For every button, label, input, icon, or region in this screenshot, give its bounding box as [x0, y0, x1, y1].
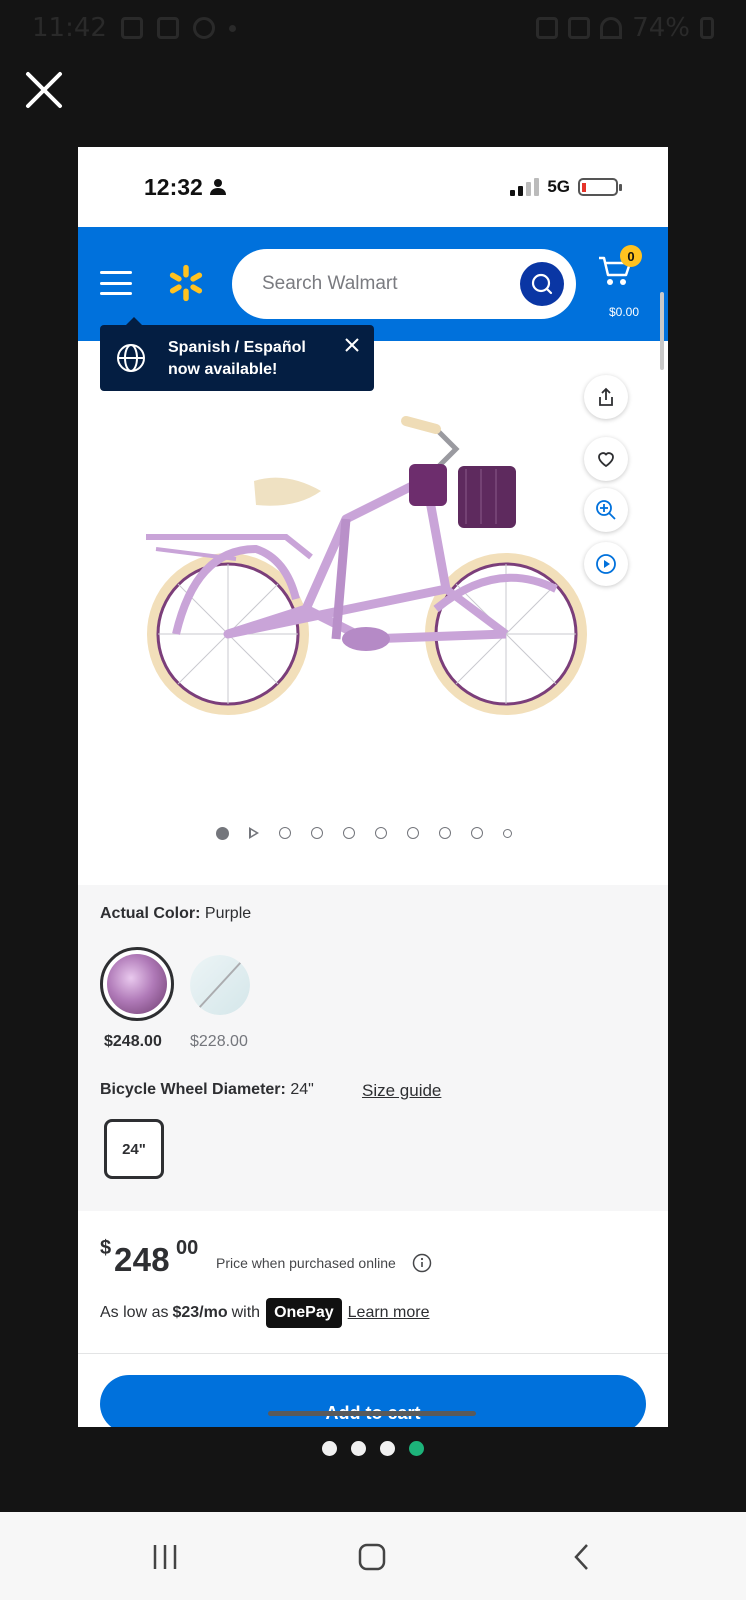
phone-status-bar: 12:32 5G [78, 147, 668, 227]
play-icon [596, 554, 616, 574]
carousel-dot[interactable] [279, 827, 291, 839]
home-indicator [268, 1411, 476, 1416]
selected-wheel-size: 24" [290, 1081, 314, 1098]
carousel-dot[interactable] [439, 827, 451, 839]
tooltip-close-icon[interactable] [344, 337, 360, 353]
notification-icon [156, 17, 179, 39]
carousel-dot[interactable] [311, 827, 323, 839]
heart-icon [598, 452, 614, 468]
pager-dot[interactable] [380, 1441, 395, 1456]
color-label-row: Actual Color: Purple [100, 905, 252, 922]
mute-icon [568, 17, 591, 39]
screenshot-card: 12:32 5G Search Walmart 0 $0.00 Spanish … [78, 147, 668, 1427]
cart-button[interactable]: 0 $0.00 [594, 245, 654, 325]
carousel-dot[interactable] [407, 827, 419, 839]
device-time: 11:42 [32, 13, 107, 43]
pager-dot[interactable] [322, 1441, 337, 1456]
battery-icon [700, 17, 714, 39]
more-notifications-dot [228, 24, 236, 32]
price-note: Price when purchased online [216, 1255, 396, 1271]
product-image-bicycle[interactable] [136, 409, 606, 729]
lock-icon [536, 17, 559, 39]
info-icon[interactable] [412, 1253, 432, 1273]
add-to-cart-button[interactable]: Add to cart [100, 1375, 646, 1427]
device-status-bar: 11:42 74% [0, 0, 746, 56]
carousel-dot[interactable] [503, 828, 512, 838]
carousel-dot[interactable] [375, 827, 387, 839]
unavailable-strike-icon [197, 960, 243, 1010]
pager-dot-active[interactable] [409, 1441, 424, 1456]
selected-color: Purple [204, 905, 252, 922]
search-input[interactable] [262, 269, 502, 299]
size-guide-link[interactable]: Size guide [362, 1081, 441, 1101]
system-nav-bar [0, 1512, 746, 1600]
favorite-button[interactable] [584, 437, 628, 481]
search-bar[interactable] [232, 249, 576, 319]
menu-icon[interactable] [100, 271, 132, 295]
close-viewer-icon[interactable] [22, 68, 66, 112]
cart-count-badge: 0 [620, 245, 642, 267]
monthly-amount: $23/mo [172, 1304, 228, 1321]
back-icon [574, 1544, 588, 1570]
color-swatch-purple[interactable] [100, 947, 174, 1021]
carousel-dot[interactable] [216, 826, 229, 840]
recent-apps-button[interactable] [145, 1540, 185, 1574]
language-tooltip: Spanish / Español now available! [100, 317, 374, 391]
device-battery-level: 74% [632, 13, 690, 43]
carousel-dot[interactable] [343, 827, 355, 839]
color-swatch-mint[interactable] [190, 955, 250, 1015]
onepay-logo: OnePay [266, 1298, 342, 1328]
wheel-label-row: Bicycle Wheel Diameter: 24" [100, 1081, 314, 1098]
pager-dot[interactable] [351, 1441, 366, 1456]
network-type: 5G [547, 177, 570, 196]
person-icon [209, 179, 226, 195]
swatch-price: $248.00 [104, 1033, 162, 1050]
back-button[interactable] [562, 1540, 602, 1574]
signal-icon [510, 178, 540, 196]
walmart-spark-logo[interactable] [166, 261, 206, 305]
phone-time: 12:32 [144, 173, 203, 200]
wheel-size-chip[interactable]: 24" [104, 1119, 164, 1179]
zoom-button[interactable] [584, 488, 628, 532]
search-icon [531, 273, 553, 295]
divider [78, 1353, 668, 1354]
wifi-icon [600, 17, 623, 39]
learn-more-link[interactable]: Learn more [348, 1304, 430, 1322]
globe-icon [117, 344, 145, 372]
carousel-dot[interactable] [471, 827, 483, 839]
screenshot-pager [0, 1441, 746, 1456]
swatch-price: $228.00 [190, 1033, 248, 1050]
pinwheel-icon [192, 17, 215, 39]
scrollbar[interactable] [660, 292, 664, 370]
variant-selector: Actual Color: Purple $248.00 $228.00 Bic… [78, 885, 668, 1211]
image-carousel-dots [216, 825, 512, 841]
carousel-video-dot[interactable] [249, 827, 259, 839]
recent-apps-icon [153, 1545, 177, 1569]
share-button[interactable] [584, 375, 628, 419]
walmart-header: 0 $0.00 [78, 227, 668, 341]
affordability-row: As low as $23/mo with OnePay Learn more [100, 1297, 429, 1329]
phone-battery-icon [578, 178, 622, 196]
cart-total: $0.00 [608, 305, 640, 319]
zoom-in-icon [596, 500, 616, 520]
home-button[interactable] [352, 1540, 392, 1574]
search-button[interactable] [520, 262, 564, 306]
language-tooltip-message: Spanish / Español now available! [168, 339, 306, 378]
share-icon [599, 387, 613, 406]
video-button[interactable] [584, 542, 628, 586]
gallery-icon [120, 17, 143, 39]
home-icon [358, 1543, 386, 1571]
